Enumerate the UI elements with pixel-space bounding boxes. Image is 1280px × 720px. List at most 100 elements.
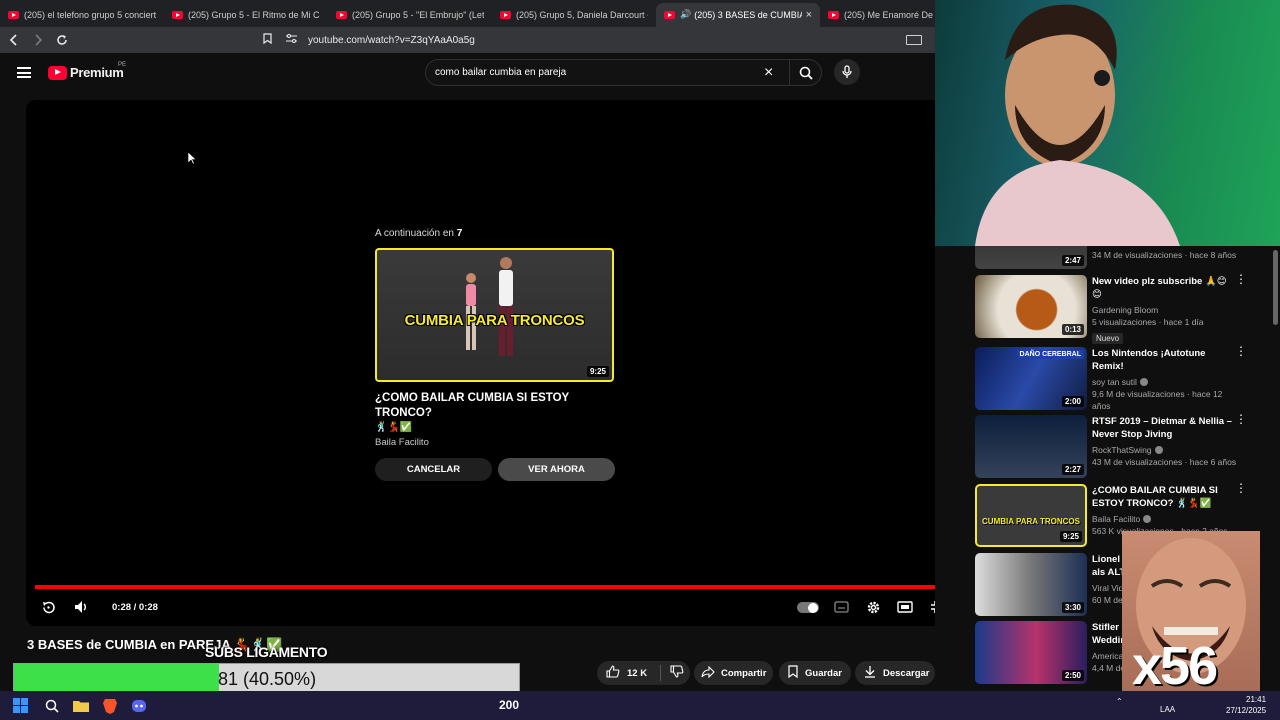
menu-icon[interactable] — [17, 67, 31, 78]
list-item[interactable]: 2:47 34 M de visualizaciones · hace 8 añ… — [975, 245, 1275, 270]
search-query-text[interactable]: como bailar cumbia en pareja — [435, 67, 566, 78]
video-thumbnail[interactable]: 2:50 — [975, 621, 1087, 684]
video-title[interactable]: ¿COMO BAILAR CUMBIA SI ESTOY TRONCO? 🕺💃✅ — [1092, 484, 1237, 510]
youtube-favicon-icon — [500, 10, 511, 19]
start-menu-icon[interactable] — [12, 697, 29, 714]
theater-mode-button[interactable] — [896, 598, 914, 616]
duration-badge: 3:30 — [1061, 602, 1084, 613]
search-input[interactable]: como bailar cumbia en pareja × — [425, 59, 822, 86]
back-icon[interactable] — [4, 30, 24, 50]
tray-chevron-icon[interactable]: ⌃ — [1116, 697, 1123, 706]
tab-title: (205) Grupo 5 - "El Embrujo" (Letra) — [352, 9, 484, 20]
forward-icon[interactable] — [28, 30, 48, 50]
region-code: PE — [118, 62, 127, 68]
tab-close-icon[interactable]: × — [802, 9, 812, 21]
youtube-masthead: Premium PE como bailar cumbia en pareja … — [0, 53, 935, 97]
address-bar[interactable]: youtube.com/watch?v=Z3qYAaA0a5g — [258, 30, 928, 50]
bookmark-icon[interactable] — [258, 33, 276, 47]
more-options-icon[interactable]: ⋮ — [1235, 413, 1247, 425]
system-clock[interactable]: 21:41 27/12/2025 — [1226, 694, 1266, 716]
duration-badge: 2:50 — [1061, 670, 1084, 681]
up-next-title[interactable]: ¿COMO BAILAR CUMBIA SI ESTOY TRONCO? — [375, 391, 615, 421]
video-player[interactable]: A continuación en 7 CUMBIA PARA TRONCOS … — [26, 100, 964, 626]
subs-goal-value: 81 (40.50%) — [218, 669, 317, 689]
tab-title: (205) Me Enamoré De Ti — [844, 9, 935, 20]
replay-button[interactable] — [39, 598, 57, 616]
file-explorer-icon[interactable] — [72, 697, 89, 714]
save-icon — [788, 665, 798, 681]
more-options-icon[interactable]: ⋮ — [1235, 482, 1247, 494]
search-button[interactable] — [789, 60, 822, 85]
video-title[interactable]: Los Nintendos ¡Autotune Remix! — [1092, 347, 1237, 373]
browser-tab-active[interactable]: 🔊 (205) 3 BASES de CUMBIA en × — [656, 2, 820, 27]
clear-search-icon[interactable]: × — [764, 64, 773, 82]
download-button[interactable]: Descargar — [855, 661, 935, 685]
video-thumbnail[interactable]: 2:47 — [975, 245, 1087, 269]
like-icon[interactable] — [606, 665, 620, 681]
voice-search-button[interactable] — [834, 59, 860, 85]
os-taskbar: 200 ⌃ LAA 21:41 27/12/2025 — [0, 691, 1280, 720]
save-label: Guardar — [805, 667, 842, 679]
reload-icon[interactable] — [52, 30, 72, 50]
channel-name[interactable]: Gardening Bloom — [1092, 304, 1237, 316]
video-title[interactable]: RTSF 2019 – Dietmar & Nellia – Never Sto… — [1092, 415, 1237, 441]
download-icon — [864, 665, 876, 681]
mouse-cursor-icon — [188, 152, 196, 165]
channel-name[interactable]: Baila Facilito — [1092, 513, 1237, 525]
volume-button[interactable] — [73, 598, 91, 616]
channel-name[interactable]: soy tan sutil — [1092, 376, 1237, 388]
theater-icon — [897, 601, 913, 613]
settings-button[interactable] — [864, 598, 882, 616]
cancel-button[interactable]: CANCELAR — [375, 458, 492, 481]
share-button[interactable]: Compartir — [694, 661, 773, 685]
youtube-logo[interactable]: Premium PE — [48, 62, 127, 80]
like-count[interactable]: 12 K — [627, 668, 647, 679]
video-thumbnail[interactable]: 3:30 — [975, 553, 1087, 616]
discord-icon[interactable] — [130, 697, 147, 714]
site-settings-icon[interactable] — [286, 34, 302, 46]
browser-tab[interactable]: (205) Me Enamoré De Ti — [820, 3, 935, 27]
search-icon[interactable] — [43, 697, 60, 714]
language-indicator[interactable]: LAA — [1160, 705, 1175, 714]
browser-tab[interactable]: (205) Grupo 5 - "El Embrujo" (Letra) — [328, 3, 492, 27]
browser-tab[interactable]: (205) Grupo 5, Daniela Darcourt - Qu — [492, 3, 656, 27]
dislike-icon[interactable] — [670, 665, 684, 681]
progress-bar[interactable] — [35, 582, 961, 592]
video-thumbnail[interactable]: 0:13 — [975, 275, 1087, 338]
brave-browser-icon[interactable] — [101, 697, 118, 714]
up-next-card: A continuación en 7 CUMBIA PARA TRONCOS … — [375, 228, 615, 481]
autoplay-toggle[interactable] — [797, 602, 819, 613]
tab-title: (205) Grupo 5 - El Ritmo de Mi Coraz — [188, 9, 320, 20]
up-next-thumbnail[interactable]: CUMBIA PARA TRONCOS 9:25 — [375, 248, 614, 382]
webcam-overlay — [935, 0, 1280, 246]
video-title[interactable]: New video plz subscribe 🙏😊 — [1092, 275, 1237, 288]
browser-toolbar: youtube.com/watch?v=Z3qYAaA0a5g — [0, 27, 935, 53]
more-options-icon[interactable]: ⋮ — [1235, 273, 1247, 285]
like-dislike-group: 12 K — [597, 661, 690, 685]
video-meta: 9,6 M de visualizaciones · hace 12 años — [1092, 389, 1223, 411]
list-item[interactable]: 2:27 RTSF 2019 – Dietmar & Nellia – Neve… — [975, 413, 1275, 479]
up-next-channel[interactable]: Baila Facilito — [375, 437, 615, 448]
cast-icon[interactable] — [906, 35, 922, 45]
save-button[interactable]: Guardar — [779, 661, 851, 685]
watch-now-button[interactable]: VER AHORA — [498, 458, 615, 481]
channel-name[interactable]: RockThatSwing — [1092, 444, 1237, 456]
browser-tab[interactable]: (205) Grupo 5 - El Ritmo de Mi Coraz — [164, 3, 328, 27]
time-display: 0:28 / 0:28 — [112, 602, 158, 613]
duration-badge: 0:13 — [1061, 324, 1084, 335]
list-item[interactable]: DAÑO CEREBRAL 2:00 Los Nintendos ¡Autotu… — [975, 345, 1275, 411]
video-thumbnail[interactable]: CUMBIA PARA TRONCOS 9:25 — [975, 484, 1087, 547]
browser-tab[interactable]: (205) el telefono grupo 5 concierto - — [0, 3, 164, 27]
youtube-favicon-icon — [336, 10, 347, 19]
subtitles-icon — [833, 601, 849, 613]
more-options-icon[interactable]: ⋮ — [1235, 345, 1247, 357]
browser-tab-strip: (205) el telefono grupo 5 concierto - (2… — [0, 0, 935, 27]
speaker-icon: 🔊 — [680, 9, 692, 19]
video-thumbnail[interactable]: 2:27 — [975, 415, 1087, 478]
video-thumbnail[interactable]: DAÑO CEREBRAL 2:00 — [975, 347, 1087, 410]
url-text[interactable]: youtube.com/watch?v=Z3qYAaA0a5g — [308, 35, 475, 46]
subtitles-button[interactable] — [832, 598, 850, 616]
list-item[interactable]: 0:13 New video plz subscribe 🙏😊 😊 Garden… — [975, 273, 1275, 344]
video-meta: 5 visualizaciones · hace 1 día — [1092, 317, 1204, 327]
search-icon — [799, 66, 813, 80]
